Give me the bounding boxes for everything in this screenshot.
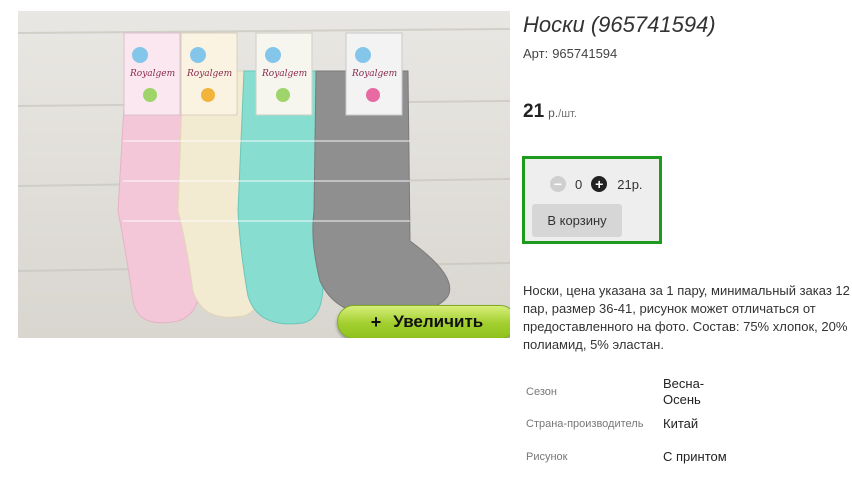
property-key: Рисунок [526, 451, 568, 463]
svg-text:Royalgem: Royalgem [129, 69, 175, 79]
property-row: Страна-производитель Китай [523, 409, 733, 439]
property-value: С принтом [663, 449, 727, 464]
product-price: 21 р./шт. [523, 101, 577, 123]
product-image[interactable]: Royalgem Royalgem Royalgem Royalgem + Ув… [18, 11, 510, 338]
property-row: Рисунок С принтом [523, 439, 733, 475]
properties-table: Сезон Весна-Осень Страна-производитель К… [523, 375, 733, 475]
add-to-cart-button[interactable]: В корзину [532, 204, 622, 237]
property-key: Страна-производитель [526, 418, 644, 430]
plus-circle-icon[interactable]: + [591, 176, 608, 192]
price-unit: р./шт. [548, 106, 577, 120]
property-value: Китай [663, 416, 699, 431]
product-sku: Арт: 965741594 [523, 46, 617, 61]
zoom-button[interactable]: + Увеличить [337, 305, 510, 338]
svg-text:Royalgem: Royalgem [186, 69, 232, 79]
price-per: /шт. [558, 108, 577, 120]
svg-text:Royalgem: Royalgem [351, 69, 397, 79]
product-description: Носки, цена указана за 1 пару, минимальн… [523, 283, 850, 352]
sku-value: 965741594 [552, 46, 618, 61]
quantity-stepper: − 0 + 21р. [550, 176, 643, 192]
svg-text:Royalgem: Royalgem [261, 69, 307, 79]
quantity-total: 21р. [617, 176, 643, 192]
property-value: Весна-Осень [663, 376, 705, 407]
property-key: Сезон [526, 386, 557, 398]
quantity-value: 0 [575, 176, 583, 192]
product-photo-illustration: Royalgem Royalgem Royalgem Royalgem [18, 11, 510, 338]
product-title: Носки (965741594) [523, 12, 716, 37]
minus-icon[interactable]: − [550, 176, 566, 192]
property-row: Сезон Весна-Осень [523, 375, 733, 409]
zoom-button-label: Увеличить [393, 312, 484, 331]
buy-box: − 0 + 21р. В корзину [522, 156, 662, 244]
sku-label: Арт: [523, 46, 549, 61]
plus-icon: + [370, 311, 382, 332]
price-amount: 21 [523, 101, 545, 122]
price-currency: р. [548, 106, 559, 120]
